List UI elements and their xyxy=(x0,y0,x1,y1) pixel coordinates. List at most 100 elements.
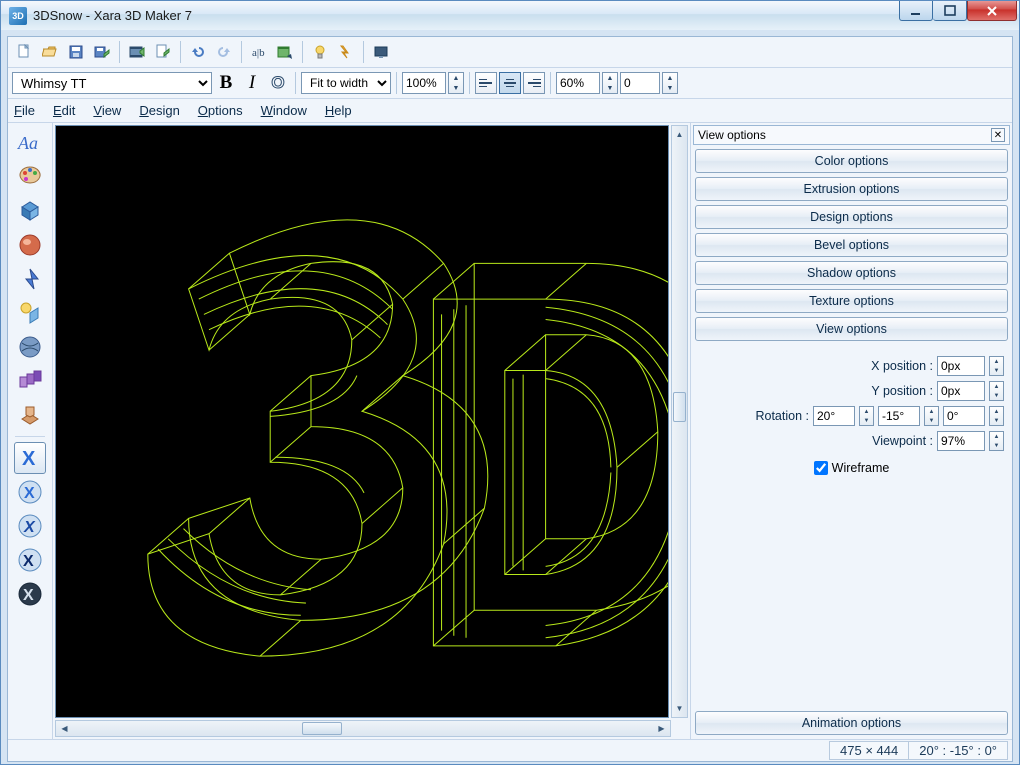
accordion-animation[interactable]: Animation options xyxy=(695,711,1008,735)
viewpoint-label: Viewpoint : xyxy=(872,434,933,448)
xpos-label: X position : xyxy=(871,359,933,373)
text-button[interactable]: a|b xyxy=(247,40,271,64)
tool-palette: Aa X X X X X xyxy=(8,123,53,739)
view-x-icon[interactable]: X xyxy=(14,442,46,474)
window-minimize-button[interactable] xyxy=(899,1,933,21)
app-icon: 3D xyxy=(9,7,27,25)
redo-button[interactable] xyxy=(212,40,236,64)
display-options-button[interactable] xyxy=(369,40,393,64)
spacing-input[interactable] xyxy=(620,72,660,94)
extrude-tool-icon[interactable] xyxy=(14,195,46,227)
new-button[interactable] xyxy=(12,40,36,64)
options-panel-title: View options xyxy=(698,128,766,142)
export-button[interactable] xyxy=(151,40,175,64)
spacing-stepper[interactable]: ▲▼ xyxy=(662,72,678,94)
options-panel-header: View options ✕ xyxy=(693,125,1010,145)
lights-button[interactable] xyxy=(308,40,332,64)
view-preset-4-icon[interactable]: X xyxy=(14,578,46,610)
svg-text:X: X xyxy=(23,553,34,570)
font-select[interactable]: Whimsy TT xyxy=(12,72,212,94)
window-maximize-button[interactable] xyxy=(933,1,967,21)
accordion-extrusion[interactable]: Extrusion options xyxy=(695,177,1008,201)
vertical-scrollbar[interactable]: ▲ ▼ xyxy=(671,125,688,718)
animation-picker-button[interactable] xyxy=(273,40,297,64)
viewpoint-input[interactable] xyxy=(937,431,985,451)
horizontal-scrollbar[interactable]: ◀ ▶ xyxy=(55,720,671,737)
italic-button[interactable]: I xyxy=(240,71,264,95)
window-close-button[interactable] xyxy=(967,1,1017,21)
align-left-button[interactable] xyxy=(475,72,497,94)
rotation-x-input[interactable] xyxy=(813,406,855,426)
canvas-3d-preview[interactable] xyxy=(55,125,669,718)
lights-tool-icon[interactable] xyxy=(14,297,46,329)
quick-preview-button[interactable] xyxy=(334,40,358,64)
save-as-button[interactable] xyxy=(90,40,114,64)
accordion-color[interactable]: Color options xyxy=(695,149,1008,173)
bold-button[interactable]: B xyxy=(214,71,238,95)
svg-text:a|b: a|b xyxy=(252,47,265,59)
export-animation-button[interactable] xyxy=(125,40,149,64)
menu-options[interactable]: Options xyxy=(198,103,243,118)
animation-tool-icon[interactable] xyxy=(14,365,46,397)
design-tool-icon[interactable] xyxy=(14,399,46,431)
outline-button[interactable]: O xyxy=(266,71,290,95)
options-panel-close-button[interactable]: ✕ xyxy=(991,128,1005,142)
view-preset-3-icon[interactable]: X xyxy=(14,544,46,576)
rotation-y-stepper[interactable]: ▲▼ xyxy=(924,406,939,426)
ypos-label: Y position : xyxy=(871,384,933,398)
status-angles: 20° : -15° : 0° xyxy=(908,741,1008,760)
color-tool-icon[interactable] xyxy=(14,161,46,193)
accordion-texture[interactable]: Texture options xyxy=(695,289,1008,313)
svg-text:X: X xyxy=(23,519,36,536)
svg-text:X: X xyxy=(24,485,35,502)
menu-edit[interactable]: Edit xyxy=(53,103,75,118)
options-panel: View options ✕ Color options Extrusion o… xyxy=(690,123,1012,739)
text-tool-icon[interactable]: Aa xyxy=(14,127,46,159)
rotation-label: Rotation : xyxy=(755,409,809,423)
accordion-shadow[interactable]: Shadow options xyxy=(695,261,1008,285)
xpos-stepper[interactable]: ▲▼ xyxy=(989,356,1004,376)
rotation-z-input[interactable] xyxy=(943,406,985,426)
svg-text:Aa: Aa xyxy=(17,133,38,153)
window-title: 3DSnow - Xara 3D Maker 7 xyxy=(33,8,899,23)
accordion-view[interactable]: View options xyxy=(695,317,1008,341)
shadow-tool-icon[interactable] xyxy=(14,263,46,295)
fit-select[interactable]: Fit to width xyxy=(301,72,391,94)
rotation-x-stepper[interactable]: ▲▼ xyxy=(859,406,874,426)
menu-view[interactable]: View xyxy=(93,103,121,118)
zoom-stepper[interactable]: ▲▼ xyxy=(448,72,464,94)
undo-button[interactable] xyxy=(186,40,210,64)
accordion-bevel[interactable]: Bevel options xyxy=(695,233,1008,257)
rotation-z-stepper[interactable]: ▲▼ xyxy=(989,406,1004,426)
menu-design[interactable]: Design xyxy=(139,103,179,118)
align-center-button[interactable] xyxy=(499,72,521,94)
view-preset-1-icon[interactable]: X xyxy=(14,476,46,508)
view-preset-2-icon[interactable]: X xyxy=(14,510,46,542)
wireframe-label: Wireframe xyxy=(832,461,890,475)
menu-file[interactable]: File xyxy=(14,103,35,118)
texture-tool-icon[interactable] xyxy=(14,331,46,363)
xpos-input[interactable] xyxy=(937,356,985,376)
menu-window[interactable]: Window xyxy=(261,103,307,118)
svg-text:X: X xyxy=(22,448,36,470)
open-button[interactable] xyxy=(38,40,62,64)
size-stepper[interactable]: ▲▼ xyxy=(602,72,618,94)
menu-bar: File Edit View Design Options Window Hel… xyxy=(8,99,1012,123)
align-right-button[interactable] xyxy=(523,72,545,94)
rotation-y-input[interactable] xyxy=(878,406,920,426)
ypos-stepper[interactable]: ▲▼ xyxy=(989,381,1004,401)
menu-help[interactable]: Help xyxy=(325,103,352,118)
svg-text:X: X xyxy=(23,587,34,604)
status-bar: 475 × 444 20° : -15° : 0° xyxy=(8,739,1012,761)
main-toolbar: a|b xyxy=(8,37,1012,68)
save-button[interactable] xyxy=(64,40,88,64)
ypos-input[interactable] xyxy=(937,381,985,401)
accordion-design[interactable]: Design options xyxy=(695,205,1008,229)
viewpoint-stepper[interactable]: ▲▼ xyxy=(989,431,1004,451)
status-dimensions: 475 × 444 xyxy=(829,741,909,760)
zoom-input[interactable] xyxy=(402,72,446,94)
wireframe-checkbox[interactable] xyxy=(814,461,828,475)
bevel-tool-icon[interactable] xyxy=(14,229,46,261)
size-input[interactable] xyxy=(556,72,600,94)
format-toolbar: Whimsy TT B I O Fit to width ▲▼ ▲▼ ▲▼ xyxy=(8,68,1012,99)
